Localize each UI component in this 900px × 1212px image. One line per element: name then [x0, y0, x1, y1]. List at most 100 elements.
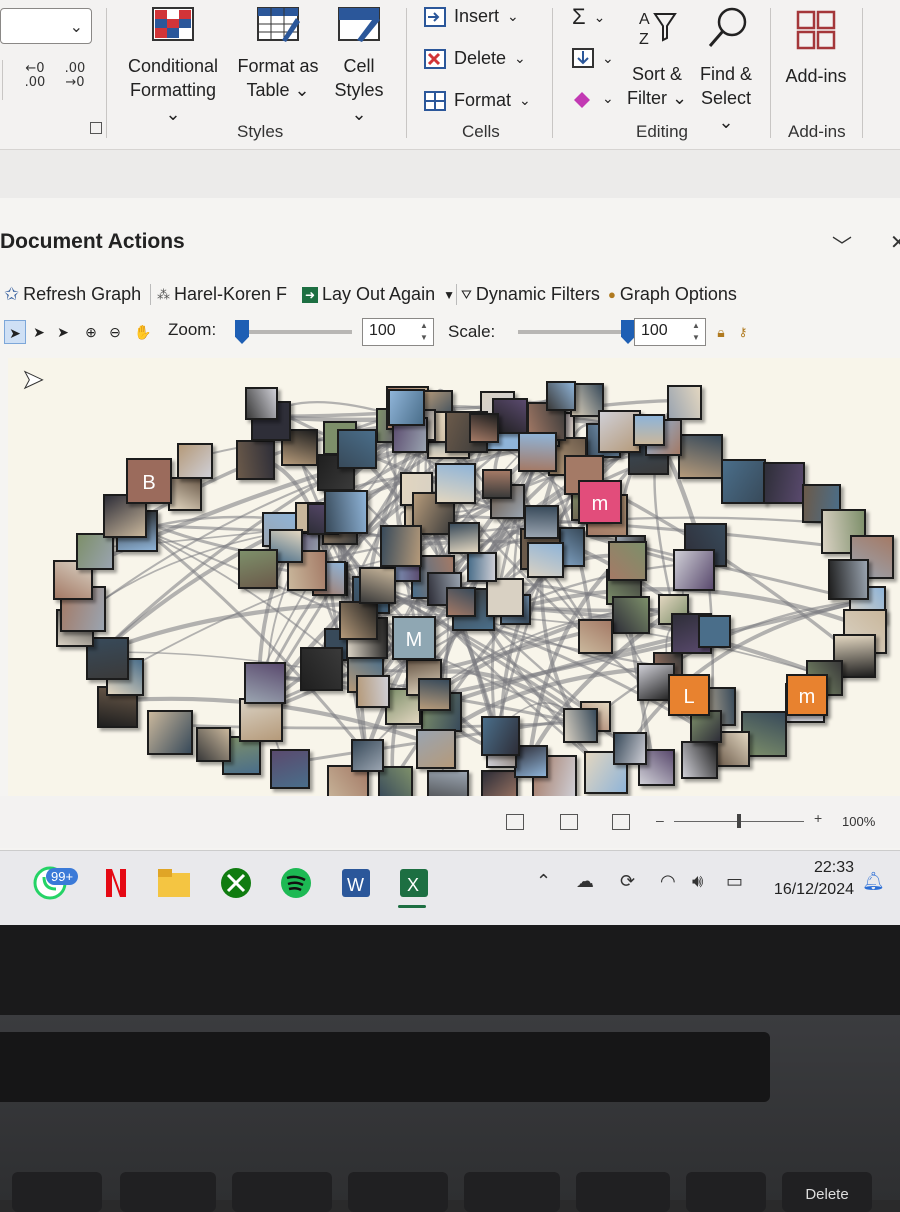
- page-break-view-icon[interactable]: [612, 814, 630, 830]
- graph-canvas[interactable]: ➤ Bm M Lm: [8, 358, 900, 820]
- graph-node-avatar[interactable]: [672, 548, 715, 592]
- graph-node-avatar[interactable]: [339, 600, 379, 641]
- graph-node-avatar[interactable]: [482, 468, 513, 499]
- graph-node-avatar[interactable]: [466, 552, 498, 583]
- graph-node-avatar[interactable]: [323, 489, 368, 534]
- increase-decimal-button[interactable]: ←0 .00: [20, 62, 50, 96]
- refresh-graph-button[interactable]: ✩ Refresh Graph: [4, 284, 141, 305]
- number-group-launcher-icon[interactable]: [90, 122, 102, 134]
- page-layout-view-icon[interactable]: [560, 814, 578, 830]
- decrease-decimal-button[interactable]: .00 →0: [60, 62, 90, 96]
- graph-node-avatar[interactable]: [633, 413, 666, 446]
- sync-icon[interactable]: ⟳: [620, 871, 635, 892]
- addins-button[interactable]: Add-ins: [782, 8, 850, 88]
- graph-node-avatar[interactable]: [485, 578, 525, 617]
- chevron-down-icon[interactable]: ﹀: [832, 230, 852, 259]
- select-add-icon[interactable]: ➤: [28, 320, 50, 344]
- graph-node-letter[interactable]: m: [786, 674, 828, 716]
- lay-out-again-button[interactable]: ➜ Lay Out Again ▼: [302, 284, 455, 305]
- netflix-icon[interactable]: [98, 865, 134, 901]
- graph-node-avatar[interactable]: [238, 549, 279, 590]
- insert-button[interactable]: Insert ⌄: [424, 6, 519, 27]
- graph-node-avatar[interactable]: [239, 697, 284, 742]
- graph-node-avatar[interactable]: [435, 463, 477, 505]
- fill-button[interactable]: ⌄: [572, 48, 614, 68]
- xbox-icon[interactable]: [218, 865, 254, 901]
- lock-icon[interactable]: 🔒︎: [710, 320, 732, 344]
- graph-node-avatar[interactable]: [379, 524, 423, 568]
- graph-node-letter[interactable]: M: [392, 616, 436, 660]
- graph-node-avatar[interactable]: [244, 386, 278, 421]
- sort-filter-button[interactable]: A Z Sort & Filter ⌄: [626, 6, 688, 110]
- format-button[interactable]: Format ⌄: [424, 90, 531, 111]
- graph-node-avatar[interactable]: [356, 674, 390, 709]
- graph-node-avatar[interactable]: [358, 566, 397, 605]
- graph-node-avatar[interactable]: [235, 440, 276, 481]
- zoom-slider[interactable]: [242, 330, 352, 334]
- word-icon[interactable]: W: [338, 865, 374, 901]
- wifi-icon[interactable]: ◠: [660, 871, 676, 892]
- excel-icon[interactable]: X: [396, 865, 432, 901]
- graph-node-avatar[interactable]: [680, 741, 718, 779]
- dynamic-filters-button[interactable]: ⛛ Dynamic Filters: [456, 284, 600, 305]
- graph-node-avatar[interactable]: [613, 731, 647, 765]
- scale-slider-thumb[interactable]: [621, 320, 635, 344]
- graph-node-avatar[interactable]: [607, 540, 648, 581]
- graph-node-avatar[interactable]: [388, 389, 426, 426]
- graph-options-button[interactable]: ● Graph Options: [608, 284, 737, 305]
- graph-node-avatar[interactable]: [336, 428, 378, 470]
- graph-node-avatar[interactable]: [418, 678, 451, 711]
- graph-node-avatar[interactable]: [612, 595, 651, 634]
- status-zoom-thumb[interactable]: [737, 814, 741, 828]
- graph-node-avatar[interactable]: [697, 614, 732, 649]
- find-select-button[interactable]: Find & Select ⌄: [694, 6, 758, 134]
- graph-node-avatar[interactable]: [562, 707, 599, 744]
- graph-node-avatar[interactable]: [243, 661, 287, 704]
- file-explorer-icon[interactable]: [156, 865, 192, 901]
- graph-node-avatar[interactable]: [351, 738, 385, 772]
- pan-hand-icon[interactable]: ✋: [132, 320, 154, 344]
- autosum-button[interactable]: Σ ⌄: [572, 4, 605, 30]
- graph-node-avatar[interactable]: [415, 728, 457, 770]
- graph-node-avatar[interactable]: [480, 716, 521, 756]
- graph-node-avatar[interactable]: [517, 432, 558, 472]
- graph-node-avatar[interactable]: [527, 541, 564, 579]
- clock[interactable]: 22:33 16/12/2024: [768, 857, 854, 901]
- select-subtract-icon[interactable]: ➤: [52, 320, 74, 344]
- scale-spinner[interactable]: 100 ▲ ▼: [634, 318, 706, 346]
- graph-node-letter[interactable]: B: [126, 458, 172, 504]
- clear-button[interactable]: ⌄: [572, 88, 614, 108]
- graph-node-avatar[interactable]: [147, 709, 193, 756]
- graph-node-avatar[interactable]: [828, 558, 870, 600]
- graph-node-avatar[interactable]: [577, 618, 614, 655]
- graph-node-avatar[interactable]: [468, 413, 499, 444]
- graph-node-avatar[interactable]: [524, 504, 559, 540]
- graph-node-avatar[interactable]: [195, 726, 232, 763]
- zoom-out-minus-icon[interactable]: –: [656, 812, 664, 828]
- select-pointer-icon[interactable]: ➤: [4, 320, 26, 344]
- graph-node-avatar[interactable]: [667, 385, 702, 420]
- layout-dropdown[interactable]: ⁂ Harel-Koren F: [150, 284, 287, 305]
- normal-view-icon[interactable]: [506, 814, 524, 830]
- close-icon[interactable]: ✕: [890, 230, 900, 255]
- onedrive-icon[interactable]: ☁︎: [576, 871, 594, 892]
- scale-slider[interactable]: [518, 330, 628, 334]
- graph-node-avatar[interactable]: [677, 433, 723, 479]
- zoom-out-icon[interactable]: ⊖: [104, 320, 126, 344]
- conditional-formatting-button[interactable]: Conditional Formatting ⌄: [120, 6, 226, 126]
- graph-node-avatar[interactable]: [446, 586, 477, 618]
- graph-node-avatar[interactable]: [545, 380, 576, 412]
- graph-node-avatar[interactable]: [299, 647, 344, 691]
- graph-node-avatar[interactable]: [177, 443, 213, 479]
- status-zoom-percent[interactable]: 100%: [842, 814, 875, 829]
- spotify-icon[interactable]: [278, 865, 314, 901]
- key-icon[interactable]: ⚷: [732, 320, 754, 344]
- zoom-spinner[interactable]: 100 ▲ ▼: [362, 318, 434, 346]
- zoom-in-icon[interactable]: ⊕: [80, 320, 102, 344]
- chevron-up-icon[interactable]: ⌃: [536, 871, 551, 892]
- graph-node-avatar[interactable]: [762, 461, 806, 504]
- notification-bell-icon[interactable]: 🔔︎: [862, 871, 885, 892]
- graph-node-avatar[interactable]: [269, 748, 310, 789]
- delete-button[interactable]: Delete ⌄: [424, 48, 526, 69]
- graph-node-letter[interactable]: L: [668, 674, 710, 716]
